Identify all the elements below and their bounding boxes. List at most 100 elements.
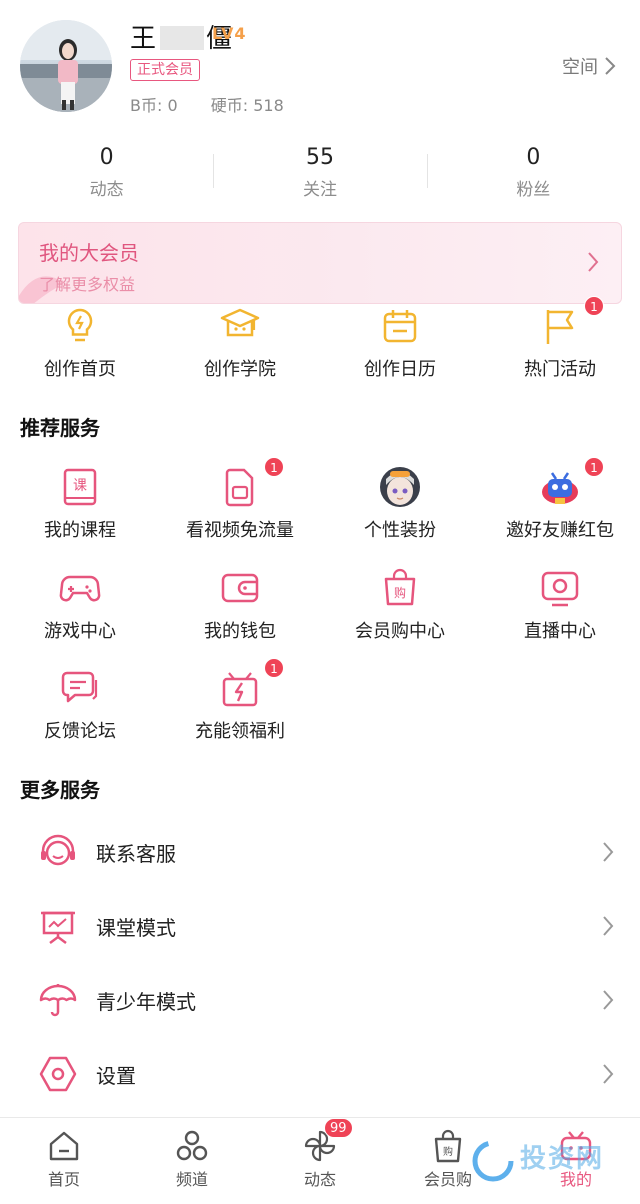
- service-charge-rewards[interactable]: 1 充能领福利: [160, 658, 320, 744]
- username-start: 王: [130, 24, 159, 54]
- bottom-tab-bar: 首页 频道 99 动态 购 会员购 我的: [0, 1117, 640, 1204]
- service-vip-shop[interactable]: 购 会员购中心: [320, 566, 480, 644]
- chevron-right-icon: [588, 252, 599, 272]
- section-title-more: 更多服务: [20, 778, 100, 802]
- section-title-recommended: 推荐服务: [20, 416, 100, 440]
- space-link[interactable]: 空间: [562, 53, 616, 79]
- notification-badge: 1: [584, 296, 604, 316]
- tab-label: 频道: [175, 1170, 208, 1189]
- member-badge[interactable]: 正式会员: [130, 59, 200, 81]
- tab-vip-shop[interactable]: 购 会员购: [384, 1118, 512, 1204]
- grid-label: 反馈论坛: [44, 721, 116, 742]
- chat-bubbles-icon: [58, 666, 102, 710]
- stat-label: 关注: [302, 180, 337, 200]
- channel-circles-icon: [176, 1130, 208, 1161]
- stat-value: 55: [305, 145, 334, 170]
- vip-title: 我的大会员: [39, 241, 139, 265]
- list-label: 设置: [96, 1063, 136, 1088]
- stat-label: 动态: [89, 180, 124, 200]
- shopping-bag-icon: 购: [378, 566, 422, 610]
- classroom-board-icon: [38, 906, 78, 946]
- list-item-classroom-mode[interactable]: 课堂模式: [0, 889, 640, 963]
- tab-label: 我的: [559, 1170, 592, 1189]
- notification-badge: 99: [324, 1118, 353, 1138]
- service-free-data[interactable]: 1 看视频免流量: [160, 457, 320, 543]
- gift-lightning-icon: [218, 666, 262, 710]
- stat-following[interactable]: 55 关注: [213, 140, 426, 210]
- svg-text:购: 购: [443, 1145, 453, 1158]
- service-decoration[interactable]: 个性装扮: [320, 465, 480, 543]
- grid-label: 热门活动: [524, 359, 596, 380]
- b-coin-count: B币: 0: [130, 96, 178, 115]
- grid-label: 创作学院: [204, 359, 276, 380]
- vip-subtitle: 了解更多权益: [39, 275, 136, 294]
- gamepad-icon: [58, 566, 102, 610]
- creator-events[interactable]: 1 热门活动: [480, 296, 640, 382]
- creator-calendar[interactable]: 创作日历: [320, 304, 480, 382]
- anime-avatar-icon: [378, 465, 422, 509]
- level-badge: LV4: [212, 24, 247, 43]
- wallet-icon: [218, 566, 262, 610]
- grid-label: 我的课程: [44, 520, 116, 541]
- service-invite-friends[interactable]: 1 邀好友赚红包: [480, 457, 640, 543]
- chevron-right-icon: [603, 842, 614, 862]
- headset-icon: [38, 832, 78, 872]
- course-book-icon: 课: [58, 465, 102, 509]
- username-blur: [160, 26, 205, 50]
- list-label: 联系客服: [96, 841, 176, 866]
- grid-label: 创作日历: [364, 359, 436, 380]
- stat-followers[interactable]: 0 粉丝: [426, 140, 640, 210]
- vip-card[interactable]: 我的大会员 了解更多权益: [18, 222, 622, 304]
- sim-card-icon: [218, 465, 262, 509]
- notification-badge: 1: [264, 457, 284, 477]
- lightbulb-icon: [58, 304, 102, 348]
- service-game-center[interactable]: 游戏中心: [0, 566, 160, 644]
- svg-text:购: 购: [394, 585, 406, 600]
- shopping-bag-icon: 购: [434, 1129, 462, 1163]
- creator-academy[interactable]: 创作学院: [160, 304, 320, 382]
- live-tv-icon: [538, 566, 582, 610]
- creator-home[interactable]: 创作首页: [0, 304, 160, 382]
- list-item-customer-service[interactable]: 联系客服: [0, 815, 640, 889]
- grid-label: 我的钱包: [204, 621, 276, 642]
- service-feedback[interactable]: 反馈论坛: [0, 666, 160, 744]
- stat-label: 粉丝: [516, 180, 551, 200]
- stat-posts[interactable]: 0 动态: [0, 140, 213, 210]
- chevron-right-icon: [603, 990, 614, 1010]
- umbrella-icon: [38, 980, 78, 1020]
- creator-row: 创作首页 创作学院 创作日历 1 热门活动: [0, 296, 640, 382]
- svg-text:课: 课: [73, 478, 87, 494]
- list-item-settings[interactable]: 设置: [0, 1037, 640, 1111]
- service-live-center[interactable]: 直播中心: [480, 566, 640, 644]
- space-link-label: 空间: [562, 57, 598, 78]
- tab-mine[interactable]: 我的: [512, 1118, 640, 1204]
- coin-count: 硬币: 518: [210, 96, 284, 115]
- recommended-row-1: 课 我的课程 1 看视频免流量 个性装扮 1 邀好友赚红包: [0, 457, 640, 543]
- chevron-right-icon: [605, 57, 616, 75]
- flag-icon: [538, 304, 582, 348]
- list-item-teen-mode[interactable]: 青少年模式: [0, 963, 640, 1037]
- stats-bar: 0 动态 55 关注 0 粉丝: [0, 140, 640, 210]
- grid-label: 看视频免流量: [186, 520, 294, 541]
- service-my-courses[interactable]: 课 我的课程: [0, 465, 160, 543]
- tab-label: 会员购: [423, 1170, 472, 1189]
- grid-label: 充能领福利: [195, 721, 285, 742]
- chevron-right-icon: [603, 916, 614, 936]
- list-label: 课堂模式: [96, 915, 176, 940]
- grid-label: 会员购中心: [355, 621, 445, 642]
- avatar[interactable]: [20, 20, 112, 112]
- notification-badge: 1: [264, 658, 284, 678]
- tab-channel[interactable]: 频道: [128, 1118, 256, 1204]
- invite-mascot-icon: [538, 465, 582, 509]
- tab-home[interactable]: 首页: [0, 1118, 128, 1204]
- service-wallet[interactable]: 我的钱包: [160, 566, 320, 644]
- graduation-cap-icon: [218, 304, 262, 348]
- stat-value: 0: [526, 145, 541, 170]
- tab-label: 首页: [47, 1170, 80, 1189]
- tab-feed[interactable]: 99 动态: [256, 1118, 384, 1204]
- grid-label: 创作首页: [44, 359, 116, 380]
- grid-label: 个性装扮: [364, 520, 436, 541]
- tv-mine-icon: [560, 1131, 592, 1161]
- list-label: 青少年模式: [96, 989, 196, 1014]
- settings-hexagon-icon: [38, 1054, 78, 1094]
